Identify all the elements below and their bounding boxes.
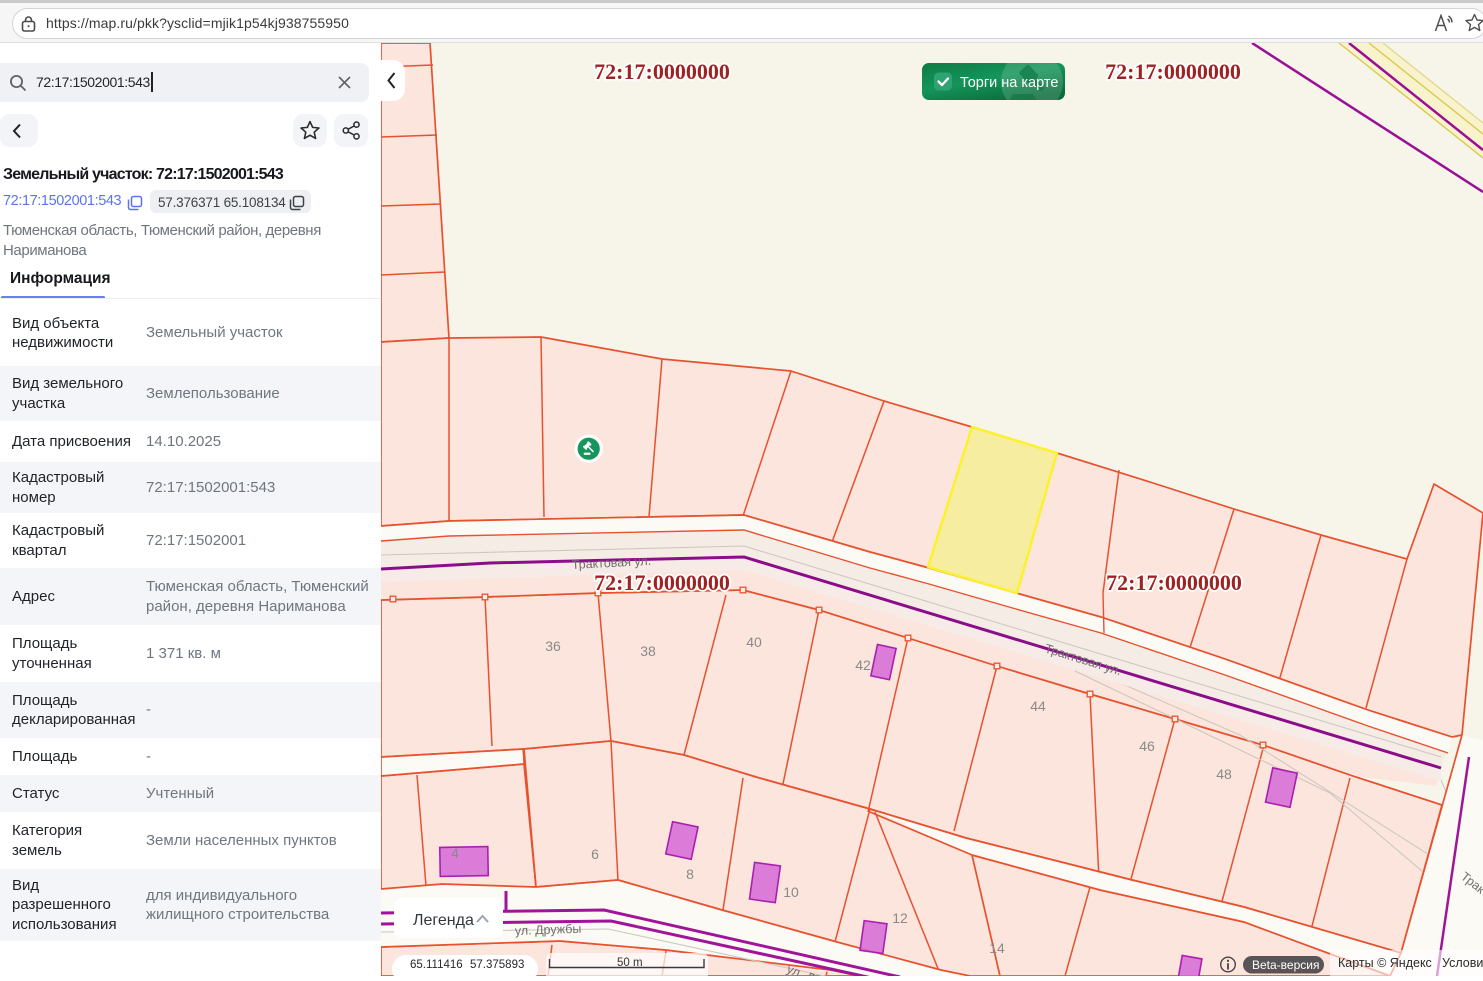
svg-text:10: 10: [783, 884, 799, 900]
svg-text:ул. Дружбы: ул. Дружбы: [515, 922, 582, 938]
svg-text:72:17:0000000: 72:17:0000000: [1105, 59, 1241, 84]
svg-text:40: 40: [746, 634, 762, 650]
svg-text:57.375893: 57.375893: [470, 959, 524, 971]
svg-text:6: 6: [591, 846, 599, 862]
svg-text:44: 44: [1030, 698, 1046, 714]
svg-text:Beta-версия: Beta-версия: [1252, 958, 1319, 972]
svg-text:4: 4: [451, 845, 459, 861]
svg-text:50 m: 50 m: [617, 957, 643, 969]
svg-text:Карты © Яндекс: Карты © Яндекс: [1338, 956, 1432, 970]
svg-text:48: 48: [1216, 766, 1232, 782]
svg-text:12: 12: [892, 910, 908, 926]
svg-text:Торги на карте: Торги на карте: [960, 75, 1058, 91]
svg-text:8: 8: [686, 866, 694, 882]
svg-text:72:17:0000000: 72:17:0000000: [594, 59, 730, 84]
svg-text:14: 14: [989, 940, 1005, 956]
svg-text:Условия: Условия: [1442, 956, 1483, 970]
svg-text:38: 38: [640, 643, 656, 659]
svg-text:42: 42: [855, 657, 871, 673]
svg-text:46: 46: [1139, 738, 1155, 754]
svg-text:72:17:0000000: 72:17:0000000: [594, 570, 730, 595]
svg-text:65.111416: 65.111416: [410, 959, 463, 971]
svg-text:Легенда: Легенда: [413, 912, 474, 929]
svg-text:72:17:0000000: 72:17:0000000: [1106, 570, 1242, 595]
svg-text:36: 36: [545, 638, 561, 654]
